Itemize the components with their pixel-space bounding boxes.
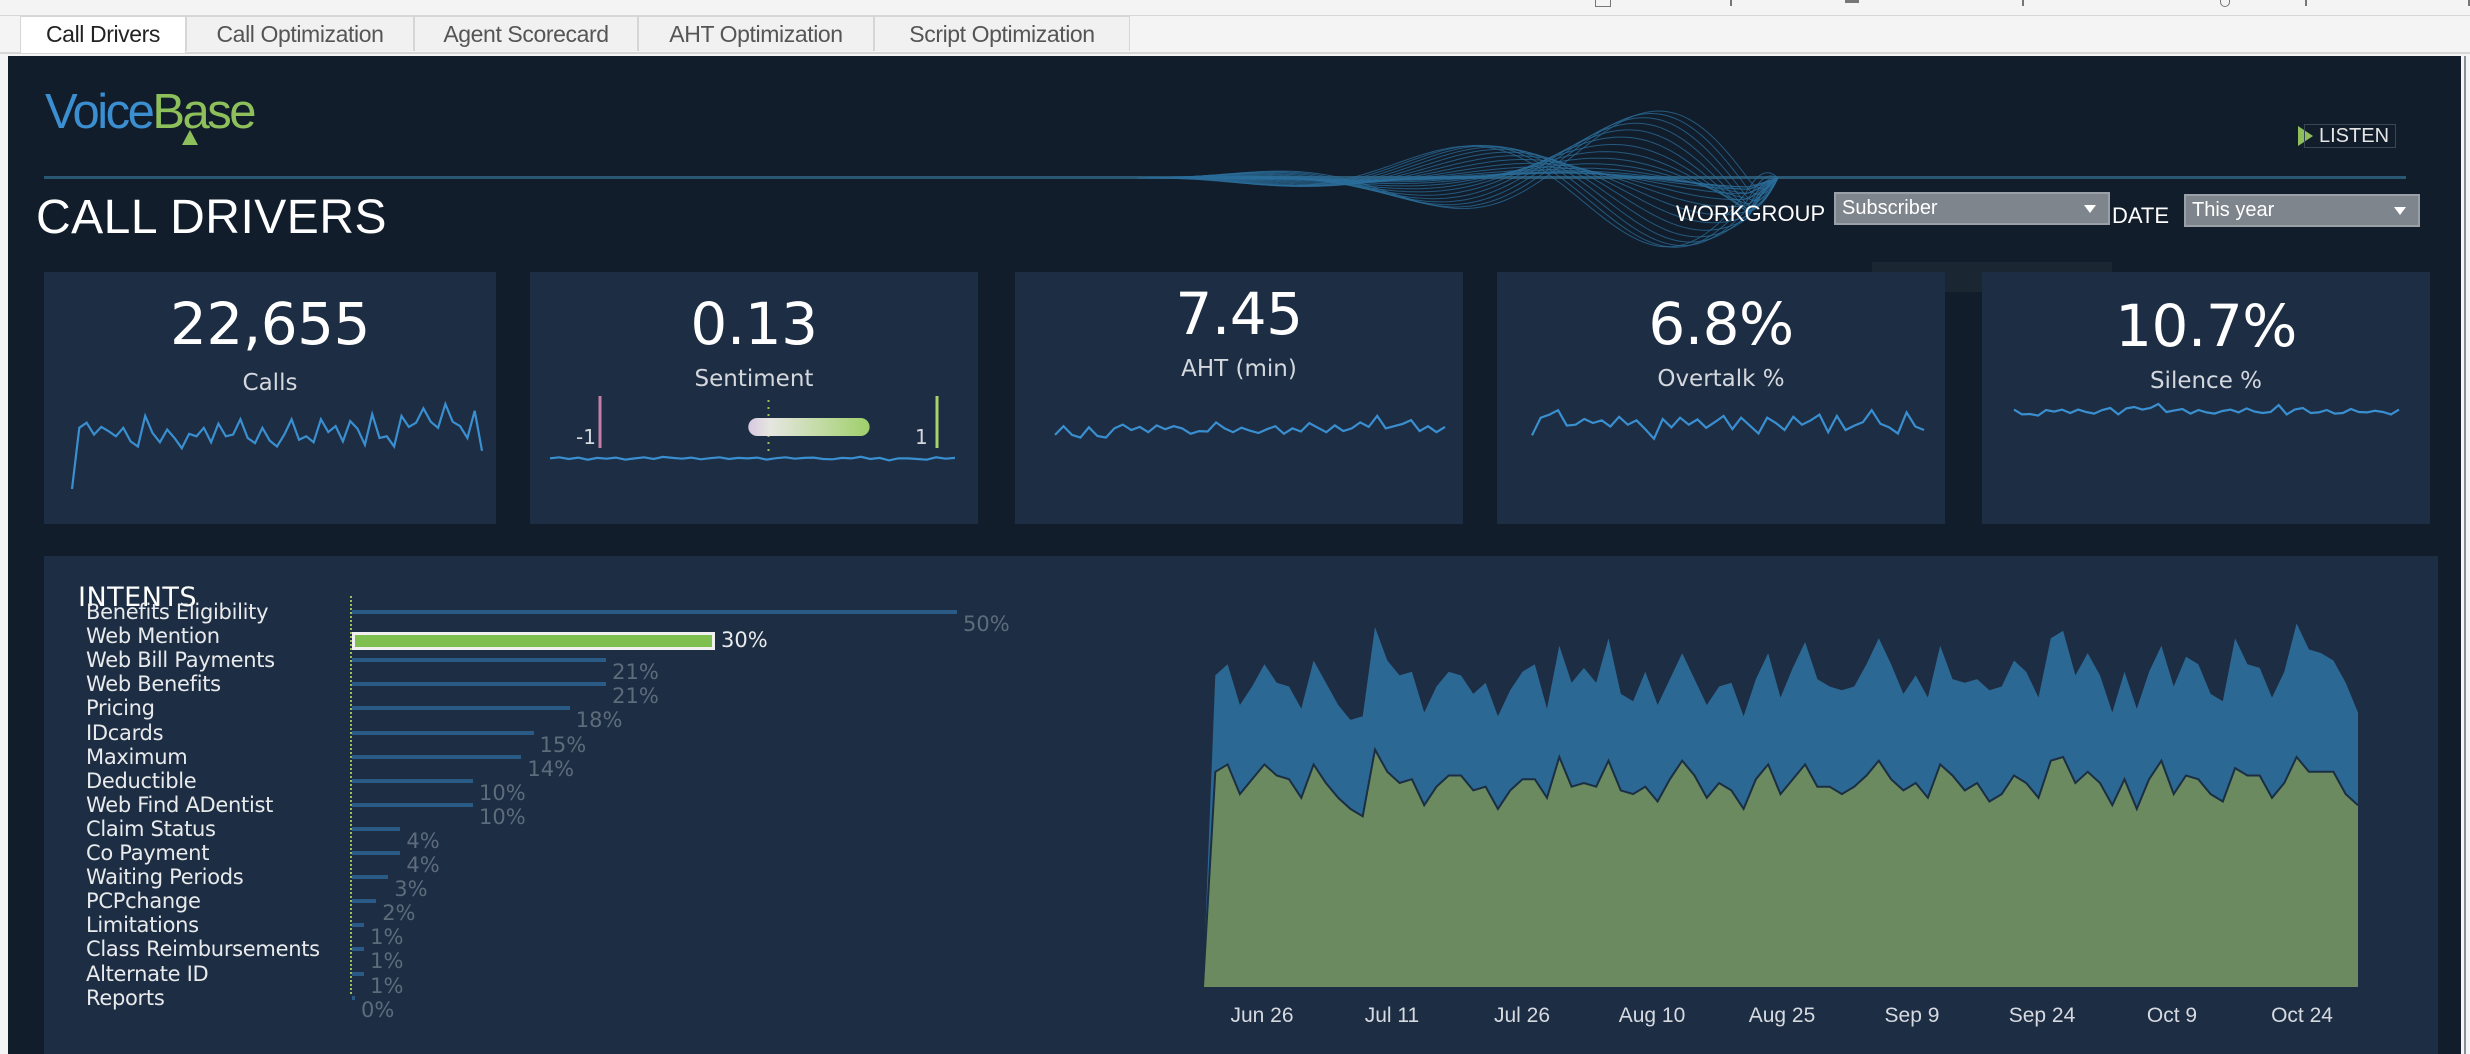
x-tick-label: Oct 9 bbox=[2146, 1004, 2198, 1027]
toolbar-icon[interactable] bbox=[2022, 0, 2038, 6]
tab-script-optimization[interactable]: Script Optimization bbox=[874, 16, 1130, 51]
sheet-tab-bar: Call Drivers Call Optimization Agent Sco… bbox=[0, 16, 2470, 54]
tab-call-drivers[interactable]: Call Drivers bbox=[20, 16, 186, 53]
x-tick-label: Oct 24 bbox=[2271, 1004, 2333, 1027]
x-tick-label: Jun 26 bbox=[1230, 1004, 1294, 1027]
x-tick-label: Aug 10 bbox=[1618, 1004, 1686, 1027]
x-tick-label: Sep 24 bbox=[2008, 1004, 2076, 1027]
app-toolbar bbox=[0, 0, 2470, 16]
toolbar-icon[interactable] bbox=[1730, 0, 1746, 6]
intent-trend-area-chart bbox=[1202, 623, 2359, 988]
x-tick-label: Aug 25 bbox=[1748, 1004, 1816, 1027]
x-tick-label: Sep 9 bbox=[1884, 1004, 1940, 1027]
x-tick-label: Jul 11 bbox=[1364, 1004, 1420, 1027]
page-border bbox=[2464, 56, 2466, 1054]
x-tick-label: Jul 26 bbox=[1493, 1004, 1551, 1027]
toolbar-icon[interactable] bbox=[2305, 0, 2321, 6]
toolbar-icon[interactable] bbox=[2220, 0, 2230, 7]
toolbar-icon[interactable] bbox=[1845, 0, 1859, 9]
toolbar-icon[interactable] bbox=[1595, 0, 1611, 7]
tab-call-optimization[interactable]: Call Optimization bbox=[186, 16, 414, 51]
dashboard: VoiceBase CALL DRIVERS LISTEN WORKGROUP … bbox=[8, 56, 2461, 1054]
tab-agent-scorecard[interactable]: Agent Scorecard bbox=[414, 16, 638, 51]
tab-aht-optimization[interactable]: AHT Optimization bbox=[638, 16, 874, 51]
